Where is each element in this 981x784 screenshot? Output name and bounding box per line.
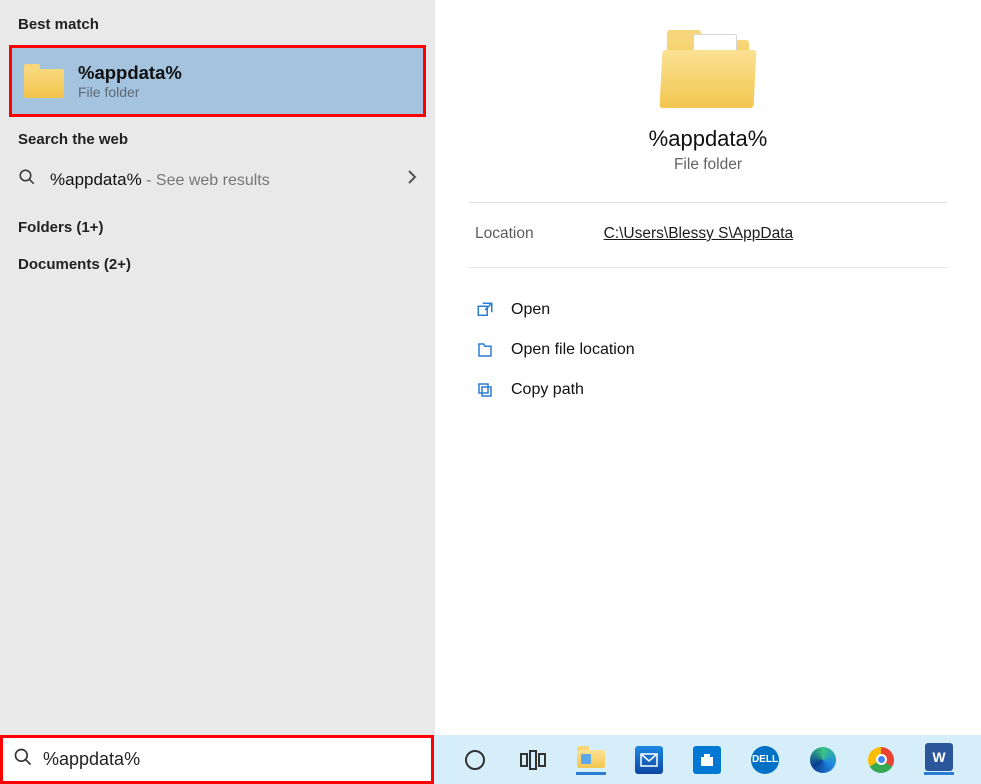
edge-icon[interactable] bbox=[808, 745, 838, 775]
preview-subtitle: File folder bbox=[674, 156, 742, 174]
filter-documents[interactable]: Documents (2+) bbox=[0, 246, 435, 283]
best-match-title: %appdata% bbox=[78, 62, 182, 84]
folder-icon bbox=[661, 30, 755, 108]
taskbar: DELL W bbox=[0, 735, 981, 784]
web-result-term: %appdata% bbox=[50, 170, 142, 189]
open-location-icon bbox=[475, 340, 495, 360]
open-file-location-action[interactable]: Open file location bbox=[475, 340, 941, 360]
folder-icon bbox=[24, 64, 64, 98]
chevron-right-icon bbox=[407, 169, 417, 190]
best-match-header: Best match bbox=[0, 10, 435, 39]
best-match-subtitle: File folder bbox=[78, 84, 182, 100]
word-icon[interactable]: W bbox=[924, 745, 954, 775]
left-results-column: Best match %appdata% File folder Search … bbox=[0, 0, 435, 735]
open-file-location-label: Open file location bbox=[511, 341, 635, 359]
search-the-web-header: Search the web bbox=[0, 125, 435, 154]
filter-folders[interactable]: Folders (1+) bbox=[0, 209, 435, 246]
open-action[interactable]: Open bbox=[475, 300, 941, 320]
search-input-container[interactable] bbox=[0, 735, 434, 784]
best-match-result[interactable]: %appdata% File folder bbox=[9, 45, 426, 117]
search-results-panel: Best match %appdata% File folder Search … bbox=[0, 0, 981, 735]
dell-update-icon[interactable]: DELL bbox=[750, 745, 780, 775]
search-icon bbox=[18, 168, 36, 191]
divider bbox=[469, 267, 947, 268]
open-icon bbox=[475, 300, 495, 320]
task-view-icon[interactable] bbox=[518, 745, 548, 775]
microsoft-store-icon[interactable] bbox=[692, 745, 722, 775]
search-icon bbox=[13, 747, 33, 772]
location-label: Location bbox=[475, 225, 534, 243]
divider bbox=[469, 202, 947, 203]
web-result-row[interactable]: %appdata% - See web results bbox=[0, 154, 435, 209]
file-explorer-icon[interactable] bbox=[576, 745, 606, 775]
preview-title: %appdata% bbox=[649, 126, 768, 152]
mail-icon[interactable] bbox=[634, 745, 664, 775]
cortana-circle-icon[interactable] bbox=[460, 745, 490, 775]
copy-icon bbox=[475, 380, 495, 400]
copy-path-action[interactable]: Copy path bbox=[475, 380, 941, 400]
copy-path-label: Copy path bbox=[511, 381, 584, 399]
open-label: Open bbox=[511, 301, 550, 319]
chrome-icon[interactable] bbox=[866, 745, 896, 775]
search-input[interactable] bbox=[43, 749, 421, 770]
right-preview-pane: %appdata% File folder Location C:\Users\… bbox=[435, 0, 981, 735]
location-value[interactable]: C:\Users\Blessy S\AppData bbox=[604, 225, 794, 243]
web-result-hint: - See web results bbox=[142, 172, 270, 189]
